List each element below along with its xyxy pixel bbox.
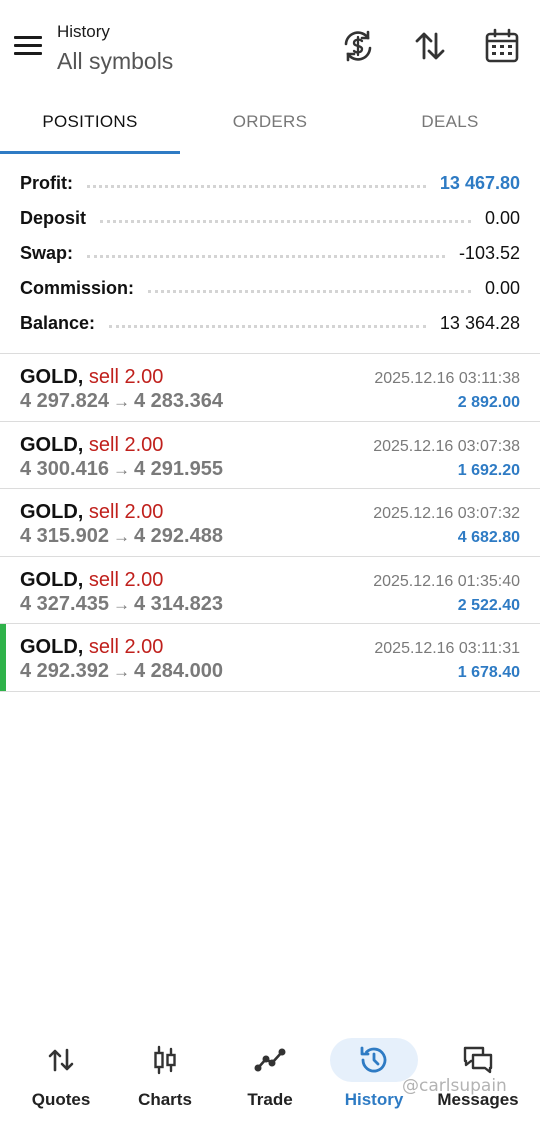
deal-time: 2025.12.16 03:11:38: [374, 370, 520, 387]
symbol-filter[interactable]: All symbols: [57, 48, 173, 75]
deal-time: 2025.12.16 03:11:31: [374, 640, 520, 657]
summary-value: 0.00: [476, 208, 520, 229]
list-item[interactable]: GOLD, sell 2.00 4 327.435 → 4 314.823 2025…: [0, 557, 540, 624]
arrow-right-icon: →: [112, 594, 130, 614]
deal-prices: 4 297.824 → 4 283.364: [20, 390, 223, 412]
app-header: History All symbols: [0, 0, 540, 90]
list-item[interactable]: GOLD, sell 2.00 4 297.824 → 4 283.364 2025…: [0, 354, 540, 422]
sort-icon[interactable]: [412, 28, 448, 64]
deal-type: sell 2.00: [88, 366, 164, 388]
dotted-leader: [87, 185, 426, 188]
summary-value: 13 364.28: [431, 313, 520, 334]
nav-quotes[interactable]: Quotes: [11, 1030, 111, 1124]
list-item[interactable]: GOLD, sell 2.00 4 292.392 → 4 284.000 2025…: [0, 624, 540, 692]
arrow-right-icon: →: [112, 527, 130, 546]
summary-label: Commission:: [20, 278, 143, 299]
deal-symbol: GOLD, sell 2.00: [20, 366, 164, 388]
trade-line-icon: [226, 1038, 314, 1082]
summary-value: 0.00: [476, 278, 520, 299]
summary-value: -103.52: [450, 243, 520, 264]
deal-profit: 2 892.00: [457, 394, 520, 411]
arrow-right-icon: →: [112, 459, 130, 479]
deal-profit: 2 522.40: [457, 596, 520, 614]
tab-deals[interactable]: DEALS: [360, 96, 540, 154]
deal-profit: 1 678.40: [457, 664, 520, 681]
menu-icon[interactable]: [14, 36, 42, 58]
dotted-leader: [87, 255, 445, 258]
deal-type: sell 2.00: [88, 501, 164, 523]
deal-time: 2025.12.16 03:07:32: [373, 505, 520, 522]
nav-label: Charts: [138, 1090, 192, 1109]
summary-row-balance: Balance: 13 364.28: [0, 306, 540, 341]
dotted-leader: [148, 290, 471, 293]
list-item[interactable]: GOLD, sell 2.00 4 315.902 → 4 292.488 2025…: [0, 489, 540, 557]
summary-label: Profit:: [20, 173, 81, 194]
nav-trade[interactable]: Trade: [220, 1030, 320, 1124]
currency-exchange-icon[interactable]: [340, 28, 376, 64]
deal-symbol: GOLD, sell 2.00: [20, 433, 164, 456]
arrow-right-icon: →: [112, 662, 130, 681]
deal-type: sell 2.00: [88, 636, 164, 658]
deal-prices: 4 292.392 → 4 284.000: [20, 660, 223, 682]
summary-row-profit: Profit: 13 467.80: [0, 166, 540, 201]
list-item[interactable]: GOLD, sell 2.00 4 300.416 → 4 291.955 2025…: [0, 422, 540, 489]
deal-time: 2025.12.16 01:35:40: [373, 572, 520, 590]
positions-list: GOLD, sell 2.00 4 297.824 → 4 283.364 2025…: [0, 353, 540, 692]
dotted-leader: [109, 325, 426, 328]
summary-row-deposit: Deposit 0.00: [0, 201, 540, 236]
deal-profit: 4 682.80: [457, 529, 520, 546]
summary-label: Swap:: [20, 243, 82, 264]
deal-prices: 4 327.435 → 4 314.823: [20, 592, 223, 615]
quotes-icon: [17, 1038, 105, 1082]
summary-row-swap: Swap: -103.52: [0, 236, 540, 271]
candlestick-chart-icon: [121, 1038, 209, 1082]
tab-orders[interactable]: ORDERS: [180, 96, 360, 154]
deal-type: sell 2.00: [88, 568, 164, 591]
summary-label: Deposit: [20, 208, 95, 229]
nav-charts[interactable]: Charts: [115, 1030, 215, 1124]
calendar-icon[interactable]: [484, 28, 520, 64]
dotted-leader: [100, 220, 471, 223]
deal-symbol: GOLD, sell 2.00: [20, 636, 164, 658]
arrow-right-icon: →: [112, 392, 130, 411]
deal-time: 2025.12.16 03:07:38: [373, 437, 520, 455]
deal-profit: 1 692.20: [457, 461, 520, 479]
summary-value: 13 467.80: [431, 173, 520, 194]
deal-symbol: GOLD, sell 2.00: [20, 501, 164, 523]
summary-label: Balance:: [20, 313, 104, 334]
history-tabs: POSITIONS ORDERS DEALS: [0, 96, 540, 154]
tab-positions[interactable]: POSITIONS: [0, 96, 180, 154]
deal-type: sell 2.00: [88, 433, 164, 456]
nav-label: Trade: [247, 1090, 293, 1109]
page-title: History: [57, 22, 110, 41]
account-summary: Profit: 13 467.80 Deposit 0.00 Swap: -10…: [0, 166, 540, 341]
deal-prices: 4 300.416 → 4 291.955: [20, 457, 223, 480]
deal-prices: 4 315.902 → 4 292.488: [20, 525, 223, 547]
nav-label: Quotes: [31, 1090, 91, 1109]
deal-symbol: GOLD, sell 2.00: [20, 568, 164, 591]
watermark-text: @carlsupain: [402, 1076, 507, 1096]
summary-row-commission: Commission: 0.00: [0, 271, 540, 306]
